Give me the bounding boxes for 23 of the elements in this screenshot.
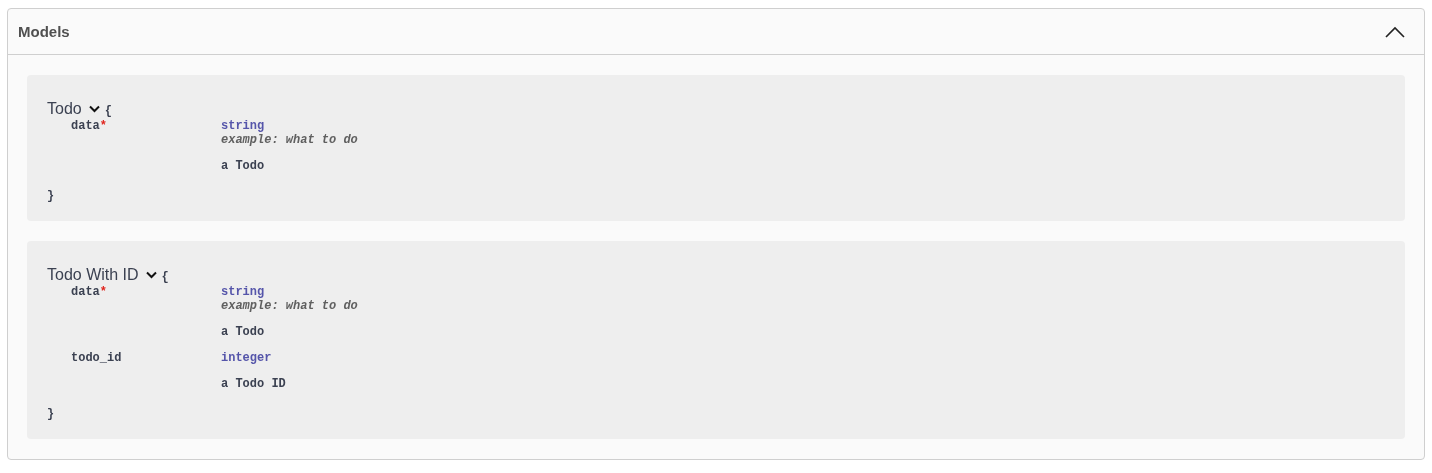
property-description: a Todo: [221, 159, 266, 173]
property-description: a Todo: [221, 325, 266, 339]
model-name[interactable]: Todo With ID: [47, 266, 139, 284]
close-brace: }: [47, 189, 55, 203]
property-type: string: [221, 285, 266, 299]
property-name: todo_id: [71, 351, 122, 365]
property-name: data: [71, 285, 100, 299]
model-name[interactable]: Todo: [47, 100, 82, 118]
property-description: a Todo ID: [221, 377, 286, 391]
chevron-down-icon[interactable]: [145, 271, 157, 279]
required-mark: *: [99, 285, 107, 299]
chevron-down-icon[interactable]: [88, 105, 100, 113]
collapse-chevron-icon[interactable]: [1385, 25, 1405, 38]
property-example: example: what to do: [221, 299, 358, 313]
open-brace: {: [161, 270, 169, 284]
property-example: example: what to do: [221, 133, 358, 147]
property-name: data: [71, 119, 100, 133]
section-title: Models: [18, 23, 70, 40]
open-brace: {: [104, 104, 112, 118]
property-type: string: [221, 119, 266, 133]
required-mark: *: [99, 119, 107, 133]
close-brace: }: [47, 407, 55, 421]
property-type: integer: [221, 351, 273, 365]
